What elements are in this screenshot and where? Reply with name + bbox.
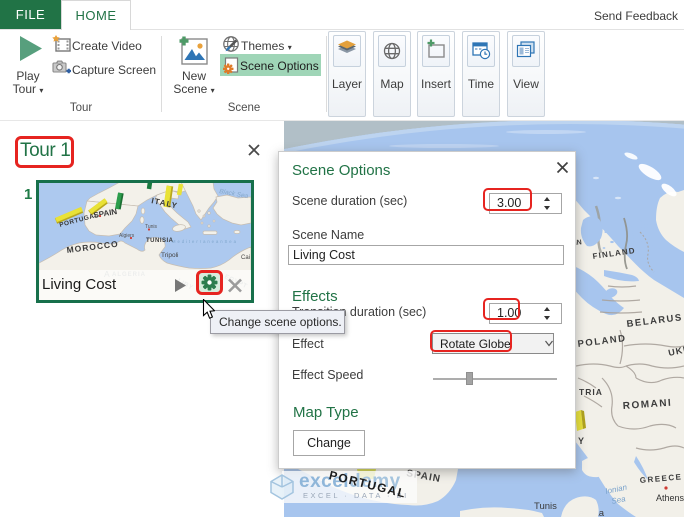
svg-text:M e d i t e r r a n e a n S e: M e d i t e r r a n e a n S e a — [172, 239, 237, 244]
svg-text:Athens: Athens — [656, 493, 684, 503]
svg-text:Cai: Cai — [241, 255, 250, 261]
svg-text:TUNISIA: TUNISIA — [146, 238, 174, 244]
svg-text:Algiers: Algiers — [119, 233, 135, 239]
svg-text:Tunis: Tunis — [145, 224, 158, 230]
svg-text:TRIA: TRIA — [579, 387, 603, 397]
svg-text:Tunis: Tunis — [534, 501, 557, 512]
svg-text:Tripoli: Tripoli — [161, 252, 178, 259]
svg-text:Y: Y — [578, 436, 584, 446]
